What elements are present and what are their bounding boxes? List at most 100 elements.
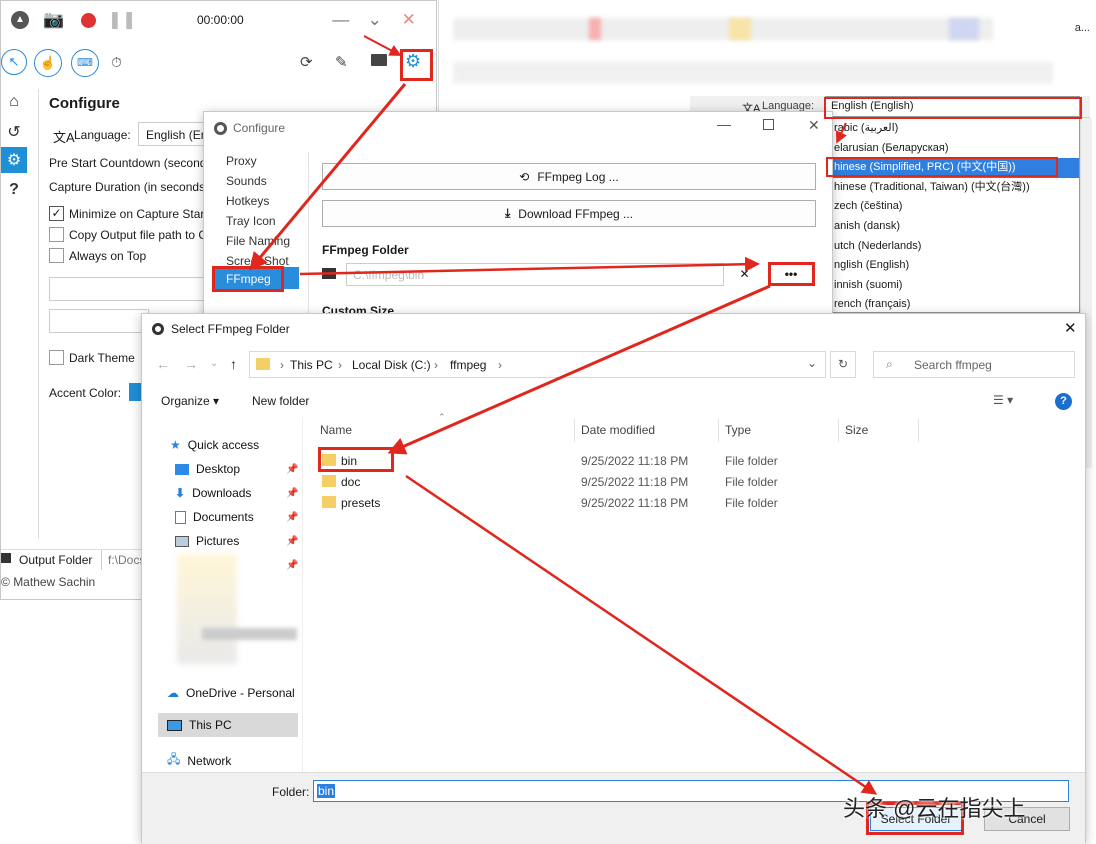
language-option[interactable]: elarusian (Беларуская) — [826, 139, 1079, 159]
always-on-top-checkbox[interactable] — [49, 248, 64, 263]
column-header-date[interactable]: Date modified — [581, 423, 655, 437]
nav-pictures[interactable]: Pictures — [175, 534, 239, 548]
recent-dropdown-icon[interactable]: ⌄ — [210, 358, 218, 369]
cloud-icon: ☁ — [167, 686, 179, 700]
folder-label: Folder: — [272, 785, 310, 799]
language-option[interactable]: nglish (English) — [826, 256, 1079, 276]
settings-icon[interactable]: ⚙ — [1, 147, 27, 173]
nav-this-pc[interactable]: This PC — [167, 718, 232, 732]
breadcrumb-ffmpeg[interactable]: ffmpeg — [450, 358, 486, 372]
search-box[interactable]: ⌕ Search ffmpeg — [873, 351, 1075, 378]
author-credit: © Mathew Sachin — [1, 575, 96, 589]
language-option[interactable]: rench (français) — [826, 295, 1079, 315]
sidebar-divider — [38, 89, 39, 539]
nav-sounds[interactable]: Sounds — [226, 174, 267, 188]
timer-icon[interactable]: ⏱ — [111, 54, 122, 71]
copy-path-checkbox[interactable] — [49, 227, 64, 242]
table-row[interactable]: presets 9/25/2022 11:18 PM File folder — [318, 493, 1038, 513]
help-icon[interactable]: ? — [1, 177, 27, 203]
nav-network[interactable]: 🖧 Network — [167, 750, 231, 771]
column-header-name[interactable]: Name — [320, 423, 352, 437]
breadcrumb-local-disk[interactable]: Local Disk (C:) — [352, 358, 431, 372]
configure-heading: Configure — [49, 95, 120, 112]
ffmpeg-log-button[interactable]: ⟲ FFmpeg Log ... — [322, 163, 816, 190]
nav-onedrive[interactable]: ☁ OneDrive - Personal — [167, 686, 295, 700]
download-ffmpeg-button[interactable]: ⤓ Download FFmpeg ... — [322, 200, 816, 227]
record-icon[interactable] — [71, 3, 105, 37]
refresh-icon[interactable]: ↻ — [830, 351, 856, 378]
app-logo-icon — [214, 122, 227, 135]
column-header-size[interactable]: Size — [845, 423, 868, 437]
nav-hotkeys[interactable]: Hotkeys — [226, 194, 269, 208]
table-row[interactable]: bin 9/25/2022 11:18 PM File folder — [318, 451, 1038, 471]
blank-field-1[interactable] — [49, 277, 209, 301]
blank-field-2[interactable] — [49, 309, 149, 333]
language-option[interactable]: innish (suomi) — [826, 276, 1079, 296]
collapse-icon[interactable]: ▲ — [3, 3, 37, 37]
home-icon[interactable]: ⌂ — [1, 89, 27, 115]
recorder-toolbar: ▲ 📷 ❚❚ 00:00:00 — ⌄ ✕ — [1, 1, 436, 39]
nav-downloads[interactable]: ⬇ Downloads — [175, 486, 251, 500]
language-option[interactable]: utch (Nederlands) — [826, 237, 1079, 257]
download-icon: ⬇ — [175, 486, 186, 500]
language-option[interactable]: rabic (العربية) — [826, 119, 1079, 139]
computer-icon — [167, 719, 182, 731]
nav-proxy[interactable]: Proxy — [226, 154, 257, 168]
folder-icon — [322, 475, 336, 487]
dialog-close-icon[interactable]: ✕ — [1064, 319, 1077, 337]
help-icon[interactable]: ? — [1055, 393, 1072, 410]
language-value: English (En — [146, 128, 208, 142]
refresh-icon[interactable]: ⟳ — [300, 53, 313, 71]
language-option[interactable]: anish (dansk) — [826, 217, 1079, 237]
table-row[interactable]: doc 9/25/2022 11:18 PM File folder — [318, 472, 1038, 492]
click-icon[interactable]: ☝ — [34, 49, 62, 77]
breadcrumb-this-pc[interactable]: This PC — [290, 358, 333, 372]
cfg-close-icon[interactable]: ✕ — [808, 117, 820, 134]
language-option[interactable]: zech (čeština) — [826, 197, 1079, 217]
forward-arrow-icon[interactable]: → — [184, 356, 198, 372]
pictures-icon — [175, 535, 189, 547]
nav-this-pc-label: This PC — [189, 718, 232, 732]
breadcrumb-sep-1: › — [280, 358, 284, 372]
back-arrow-icon[interactable]: ← — [156, 356, 170, 372]
pause-icon[interactable]: ❚❚ — [105, 3, 139, 37]
address-dropdown-icon[interactable]: ⌄ — [807, 356, 817, 370]
close-icon[interactable]: ✕ — [392, 3, 426, 37]
new-folder-button[interactable]: New folder — [252, 394, 309, 408]
file-date: 9/25/2022 11:18 PM — [581, 475, 689, 489]
camera-icon[interactable]: 📷 — [37, 3, 71, 37]
folder-icon[interactable] — [371, 54, 387, 66]
dark-theme-checkbox[interactable] — [49, 350, 64, 365]
network-icon: 🖧 — [167, 752, 181, 766]
nav-quick-access[interactable]: ★ Quick access — [170, 438, 259, 452]
minimize-checkbox[interactable]: ✓ — [49, 206, 64, 221]
history-icon[interactable]: ↺ — [1, 119, 27, 145]
nav-pane-divider — [302, 417, 303, 772]
ffmpeg-folder-input[interactable]: C:\ffmpeg\bin — [346, 263, 724, 286]
keyboard-icon[interactable]: ⌨ — [71, 49, 99, 77]
clear-folder-button[interactable]: ✕ — [732, 263, 757, 286]
language-dropdown-list[interactable]: rabic (العربية) elarusian (Беларуская) hin… — [825, 118, 1080, 313]
nav-tray-icon[interactable]: Tray Icon — [226, 214, 276, 228]
ffmpeg-folder-icon — [322, 268, 336, 279]
view-options-icon[interactable]: ☰ ▾ — [993, 393, 1013, 407]
organize-button[interactable]: Organize ▾ — [161, 394, 219, 408]
address-bar[interactable]: › This PC › Local Disk (C:) › ffmpeg › ⌄ — [249, 351, 826, 378]
up-arrow-icon[interactable]: ↑ — [230, 356, 237, 372]
star-icon: ★ — [170, 438, 181, 452]
language-option[interactable]: hinese (Traditional, Taiwan) (中文(台灣)) — [826, 178, 1079, 198]
nav-desktop[interactable]: Desktop — [175, 462, 240, 476]
collapse-down-icon[interactable]: ⌄ — [358, 3, 392, 37]
cfg-minimize-icon[interactable]: — — [717, 116, 731, 132]
sort-up-icon: ⌃ — [438, 412, 446, 422]
address-folder-icon — [256, 358, 270, 370]
nav-file-naming[interactable]: File Naming — [226, 234, 290, 248]
cfg-maximize-icon[interactable] — [763, 119, 774, 130]
highlight-box-chinese — [826, 157, 1058, 177]
pen-icon[interactable]: ✎ — [335, 53, 348, 71]
cursor-icon[interactable]: ↖ — [1, 49, 27, 75]
author-name: Mathew Sachin — [13, 575, 96, 589]
minimize-icon[interactable]: — — [324, 3, 358, 37]
nav-documents[interactable]: Documents — [175, 510, 254, 524]
column-header-type[interactable]: Type — [725, 423, 751, 437]
